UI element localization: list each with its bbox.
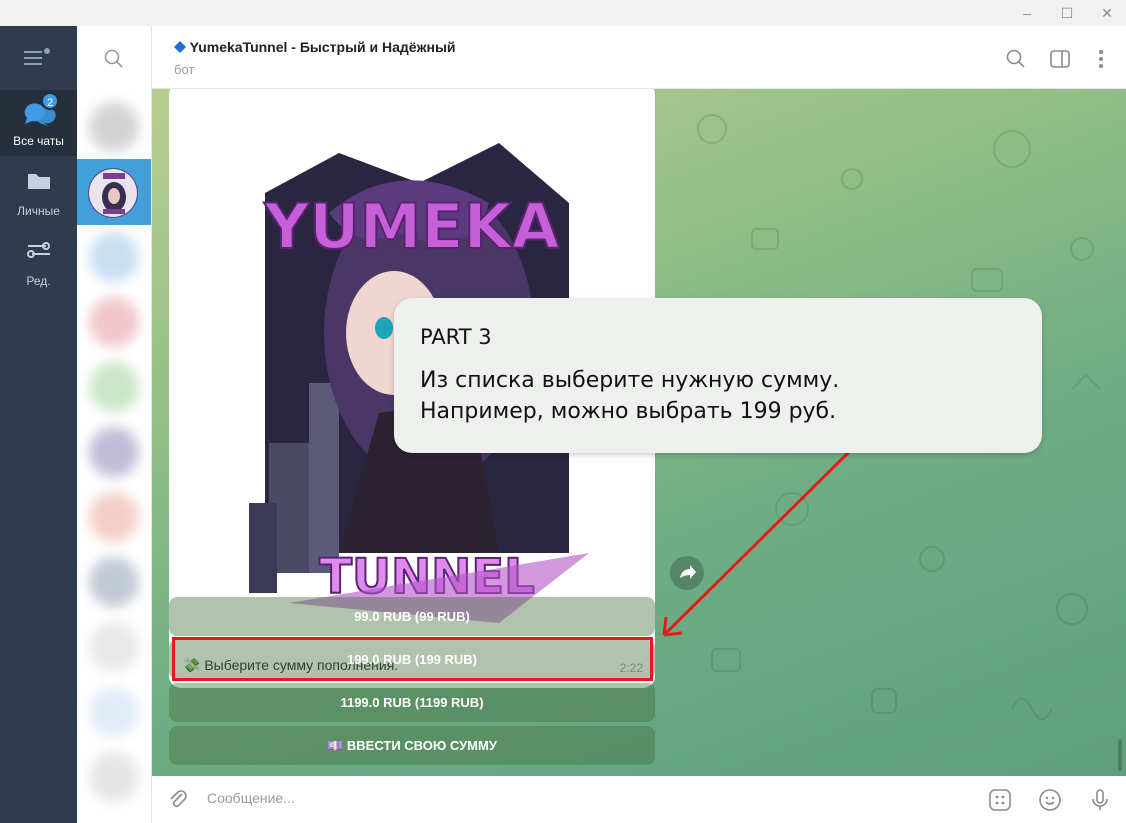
callout-line-2: Например, можно выбрать 199 руб. — [420, 399, 837, 424]
chat-list-item[interactable] — [77, 484, 151, 550]
unread-badge: 2 — [41, 92, 59, 110]
chat-list-item[interactable] — [77, 679, 151, 745]
chat-scrollbar[interactable] — [1118, 739, 1122, 771]
folder-label: Личные — [17, 204, 60, 218]
chat-title: YumekaTunnel - Быстрый и Надёжный — [189, 39, 456, 55]
microphone-icon[interactable] — [1088, 788, 1112, 817]
search-icon[interactable] — [1005, 48, 1027, 75]
chat-list-item[interactable] — [77, 354, 151, 420]
avatar — [89, 687, 139, 737]
chat-list-item-active[interactable] — [77, 159, 151, 225]
minimize-icon[interactable]: – — [1016, 3, 1038, 23]
emoji-icon[interactable] — [1038, 788, 1062, 817]
avatar — [89, 752, 139, 802]
main-menu-icon[interactable] — [24, 48, 52, 68]
folder-all-chats[interactable]: 2 Все чаты — [0, 90, 77, 156]
avatar — [89, 557, 139, 607]
callout-line-1: Из списка выберите нужную сумму. — [420, 368, 840, 393]
attach-icon[interactable] — [166, 788, 190, 817]
chat-list-item[interactable] — [77, 94, 151, 160]
message-composer: Сообщение... — [152, 776, 1126, 823]
chat-list-item[interactable] — [77, 419, 151, 485]
chat-subtitle: бот — [174, 62, 195, 77]
folder-personal[interactable]: Личные — [0, 160, 77, 226]
folder-label: Все чаты — [13, 134, 64, 148]
edit-filters-icon — [26, 238, 52, 267]
chat-list-item[interactable] — [77, 224, 151, 290]
chat-list-item[interactable] — [77, 744, 151, 810]
folder-edit[interactable]: Ред. — [0, 230, 77, 296]
avatar — [89, 427, 139, 477]
folder-icon — [26, 168, 52, 197]
chat-messages-area[interactable]: YUMEKA TUNNEL 💸 Выберите сумму пополнени… — [152, 89, 1126, 776]
chat-list-item[interactable] — [77, 289, 151, 355]
avatar — [89, 622, 139, 672]
more-options-icon[interactable] — [1090, 48, 1112, 75]
avatar — [89, 297, 139, 347]
chat-list — [77, 26, 152, 823]
folder-rail: 2 Все чаты Личные Ред. — [0, 26, 77, 823]
message-input[interactable]: Сообщение... — [207, 790, 295, 806]
close-icon[interactable]: ✕ — [1096, 3, 1118, 23]
chat-title-row: YumekaTunnel - Быстрый и Надёжный — [174, 39, 456, 55]
avatar — [89, 492, 139, 542]
search-icon[interactable] — [103, 48, 125, 75]
tutorial-callout: PART 3 Из списка выберите нужную сумму. … — [394, 298, 1042, 453]
avatar — [88, 168, 138, 218]
window-titlebar: – ☐ ✕ — [0, 0, 1126, 26]
callout-part-label: PART 3 — [420, 325, 492, 349]
chat-header[interactable]: YumekaTunnel - Быстрый и Надёжный бот — [152, 26, 1126, 89]
folder-label: Ред. — [26, 274, 51, 288]
maximize-icon[interactable]: ☐ — [1056, 3, 1078, 23]
avatar — [89, 102, 139, 152]
chat-list-item[interactable] — [77, 549, 151, 615]
sidebar-toggle-icon[interactable] — [1049, 48, 1071, 75]
avatar — [89, 362, 139, 412]
diamond-icon — [174, 41, 186, 53]
chat-list-item[interactable] — [77, 614, 151, 680]
avatar — [89, 232, 139, 282]
bot-commands-icon[interactable] — [988, 788, 1012, 817]
